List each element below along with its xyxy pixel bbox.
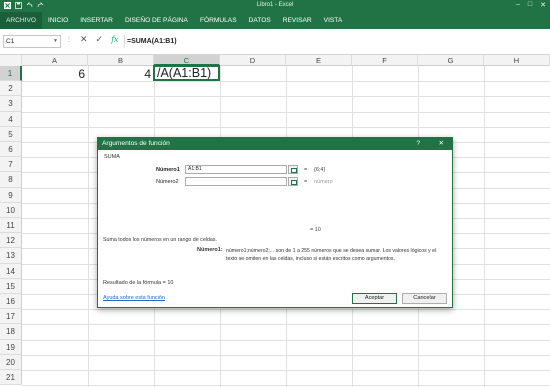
- row-header-2[interactable]: 2: [0, 81, 22, 97]
- cell-a1[interactable]: 6: [22, 66, 88, 82]
- column-header-b[interactable]: B: [88, 55, 154, 66]
- function-arguments-dialog: Argumentos de función ? ✕ SUMA Número1 A…: [97, 137, 453, 308]
- row-header-14[interactable]: 14: [0, 263, 22, 279]
- argument-result: número: [314, 179, 333, 185]
- formula-bar: C1 ▼ ⋮ ✕ ✓ fx =SUMA(A1:B1): [0, 29, 550, 55]
- confirm-entry-icon[interactable]: ✓: [96, 34, 104, 45]
- formula-buttons: ⋮ ✕ ✓ fx: [66, 34, 119, 45]
- row-header-3[interactable]: 3: [0, 96, 22, 112]
- argument-input[interactable]: A1:B1: [185, 165, 287, 174]
- argument-label: Número1: [156, 167, 180, 173]
- maximize-icon[interactable]: □: [528, 1, 532, 9]
- column-header-a[interactable]: A: [22, 55, 88, 66]
- name-box[interactable]: C1 ▼: [3, 35, 61, 48]
- argument-equals: =: [304, 167, 308, 173]
- row-header-4[interactable]: 4: [0, 111, 22, 127]
- row-header-21[interactable]: 21: [0, 370, 22, 386]
- row-header-18[interactable]: 18: [0, 324, 22, 340]
- row-header-5[interactable]: 5: [0, 126, 22, 142]
- column-header-d[interactable]: D: [220, 55, 286, 66]
- dialog-title: Argumentos de función: [102, 140, 170, 147]
- tab-formulas[interactable]: FÓRMULAS: [194, 12, 243, 29]
- tab-vista[interactable]: VISTA: [318, 12, 349, 29]
- formula-result: Resultado de la fórmula = 10: [103, 280, 174, 286]
- argument-result: {6;4}: [314, 167, 326, 173]
- row-header-11[interactable]: 11: [0, 218, 22, 234]
- column-header-g[interactable]: G: [418, 55, 484, 66]
- function-description: Suma todos los números en un rango de ce…: [103, 237, 217, 243]
- window-controls: – □ ✕: [516, 1, 546, 9]
- column-gridline: [484, 66, 485, 387]
- column-header-f[interactable]: F: [352, 55, 418, 66]
- row-header-12[interactable]: 12: [0, 233, 22, 249]
- row-header-1[interactable]: 1: [0, 66, 22, 82]
- tab-diseno-de-pagina[interactable]: DISEÑO DE PÁGINA: [119, 12, 194, 29]
- range-picker-icon[interactable]: [288, 165, 298, 174]
- argument-label: Número2: [156, 179, 179, 185]
- function-result: = 10: [310, 227, 321, 233]
- argument-equals: =: [304, 179, 308, 185]
- close-icon[interactable]: ✕: [438, 138, 444, 150]
- row-header-15[interactable]: 15: [0, 278, 22, 294]
- cell-b1[interactable]: 4: [88, 66, 154, 82]
- insert-function-icon[interactable]: fx: [111, 35, 118, 44]
- cell-c1[interactable]: /A(A1:B1): [153, 65, 220, 81]
- range-picker-icon[interactable]: [288, 177, 298, 186]
- minimize-icon[interactable]: –: [516, 1, 520, 9]
- row-header-17[interactable]: 17: [0, 309, 22, 325]
- parameter-description: número1;número2;... son de 1 a 255 númer…: [226, 248, 437, 262]
- cancel-entry-icon[interactable]: ✕: [80, 34, 88, 45]
- parameter-name: Número1:: [197, 247, 223, 253]
- dialog-title-bar: Argumentos de función ? ✕: [98, 138, 452, 150]
- more-options-icon[interactable]: ⋮: [66, 36, 72, 43]
- help-icon[interactable]: ?: [416, 138, 420, 150]
- select-all-corner[interactable]: [0, 55, 22, 66]
- row-header-20[interactable]: 20: [0, 354, 22, 370]
- column-header-h[interactable]: H: [484, 55, 550, 66]
- row-header-10[interactable]: 10: [0, 202, 22, 218]
- tab-datos[interactable]: DATOS: [243, 12, 277, 29]
- title-bar: Libro1 - Excel – □ ✕: [0, 0, 550, 12]
- tab-archivo[interactable]: ARCHIVO: [0, 12, 43, 29]
- accept-button[interactable]: Aceptar: [352, 293, 397, 304]
- row-header-19[interactable]: 19: [0, 339, 22, 355]
- help-link[interactable]: Ayuda sobre esta función: [103, 295, 165, 301]
- column-gridline: [88, 66, 89, 387]
- function-name: SUMA: [104, 154, 120, 160]
- excel-window: Libro1 - Excel – □ ✕ ARCHIVO INICIO INSE…: [0, 0, 550, 387]
- tab-revisar[interactable]: REVISAR: [277, 12, 318, 29]
- argument-input[interactable]: [185, 177, 287, 186]
- column-header-e[interactable]: E: [286, 55, 352, 66]
- row-header-7[interactable]: 7: [0, 157, 22, 173]
- row-header-6[interactable]: 6: [0, 142, 22, 158]
- row-header-13[interactable]: 13: [0, 248, 22, 264]
- tab-insertar[interactable]: INSERTAR: [74, 12, 119, 29]
- row-header-8[interactable]: 8: [0, 172, 22, 188]
- cancel-button[interactable]: Cancelar: [402, 293, 447, 304]
- formula-input[interactable]: =SUMA(A1:B1): [124, 35, 544, 48]
- chevron-down-icon[interactable]: ▼: [53, 36, 58, 47]
- row-header-9[interactable]: 9: [0, 187, 22, 203]
- tab-inicio[interactable]: INICIO: [42, 12, 74, 29]
- row-header-16[interactable]: 16: [0, 294, 22, 310]
- column-headers: A B C D E F G H: [0, 55, 550, 66]
- name-box-value: C1: [6, 38, 15, 45]
- close-window-icon[interactable]: ✕: [540, 1, 546, 9]
- window-title: Libro1 - Excel: [256, 2, 294, 8]
- ribbon-tabs: ARCHIVO INICIO INSERTAR DISEÑO DE PÁGINA…: [0, 12, 550, 29]
